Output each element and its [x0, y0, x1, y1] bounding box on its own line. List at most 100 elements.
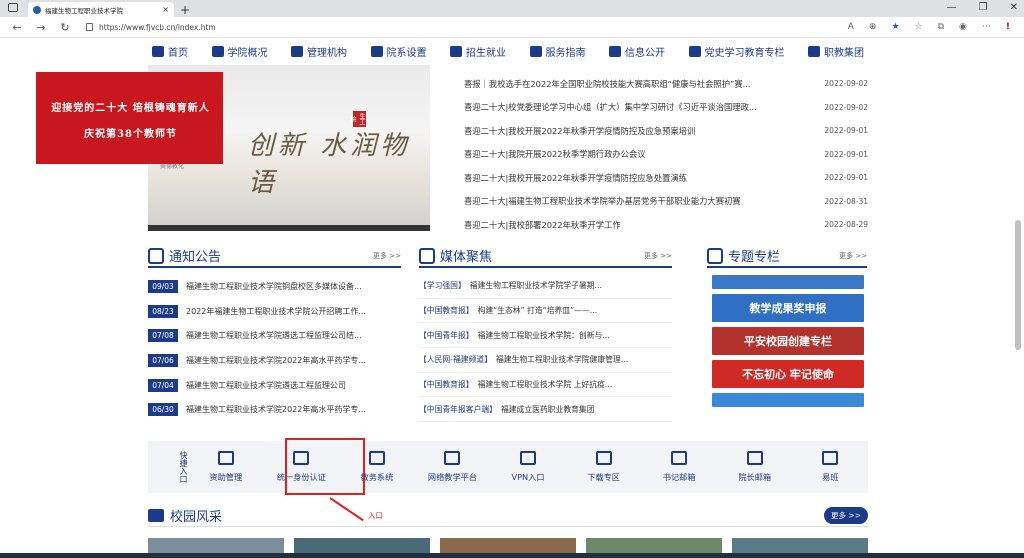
notice-item[interactable]: 07/08 福建生物工程职业技术学院遴选工程监理公司结...: [148, 323, 401, 348]
special-banner[interactable]: 平安校园创建专栏: [712, 327, 864, 355]
notice-title[interactable]: 福建生物工程职业技术学院2022年高水平药学专...: [186, 404, 366, 415]
media-title[interactable]: 福建生物工程职业技术学院：创新与...: [478, 330, 610, 341]
news-item[interactable]: 喜迎二十大|我校部署2022年秋季开学工作 2022-08-29: [464, 213, 868, 237]
close-window-icon[interactable]: ✕: [1010, 2, 1018, 13]
back-icon[interactable]: ←: [10, 21, 24, 34]
media-more-link[interactable]: 更多 >>: [644, 251, 672, 261]
news-title[interactable]: 喜迎二十大|校党委理论学习中心组（扩大）集中学习研讨《习近平谈治国理政...: [464, 101, 757, 113]
collections-icon[interactable]: ⧉: [938, 22, 944, 32]
quick-link[interactable]: VPN入口: [490, 451, 566, 483]
maximize-icon[interactable]: ❐: [979, 2, 988, 13]
url-field[interactable]: https://www.fjvcb.cn/index.htm: [86, 23, 848, 32]
menu-item[interactable]: 院系设置: [370, 44, 427, 59]
forward-icon[interactable]: →: [34, 21, 48, 34]
academic-icon: [368, 451, 385, 465]
menu-item[interactable]: 招生就业: [450, 44, 506, 59]
media-item[interactable]: 【学习强国】 福建生物工程职业技术学院学子暑期...: [419, 274, 672, 299]
handshake-icon: [529, 45, 542, 57]
notice-item[interactable]: 06/30 福建生物工程职业技术学院2022年高水平药学专...: [148, 397, 401, 422]
quick-link[interactable]: 资助管理: [188, 451, 264, 483]
elearning-icon: [444, 451, 461, 465]
menu-item-label: 信息公开: [625, 47, 665, 59]
menu-item[interactable]: 服务指南: [529, 44, 586, 59]
zoom-icon[interactable]: ⊕: [869, 22, 877, 32]
menu-item[interactable]: 学院概况: [211, 44, 268, 59]
menu-item[interactable]: 管理机构: [291, 44, 347, 59]
menu-item[interactable]: 职教集团: [808, 44, 864, 59]
more-icon[interactable]: ⋯: [982, 22, 991, 32]
special-banner[interactable]: 教学成果奖申报: [712, 294, 864, 322]
news-date: 2022-09-01: [824, 173, 868, 183]
media-title[interactable]: 福建生物工程职业技术学院 上好抗疫...: [478, 379, 613, 390]
notice-title[interactable]: 福建生物工程职业技术学院2022年高水平药学专...: [186, 355, 366, 366]
media-source-tag: 【学习强国】: [419, 281, 466, 291]
media-item[interactable]: 【人民网-福建频道】 福建生物工程职业技术学院健康管理...: [419, 348, 672, 373]
news-title[interactable]: 喜迎二十大|福建生物工程职业技术学院举办基层党务干部职业能力大赛初赛: [464, 195, 741, 207]
menu-item-label: 学院概况: [227, 47, 268, 59]
news-title[interactable]: 喜迎二十大|我校开展2022年秋季开学疫情防控及应急预案培训: [464, 125, 695, 137]
menu-item[interactable]: 信息公开: [609, 44, 665, 59]
news-title[interactable]: 喜迎二十大|我院开展2022秋季学期行政办公会议: [464, 148, 646, 160]
news-item[interactable]: 喜迎二十大|校党委理论学习中心组（扩大）集中学习研讨《习近平谈治国理政... 20…: [464, 96, 868, 120]
quick-link[interactable]: 网络教学平台: [415, 451, 491, 483]
special-banner[interactable]: [712, 275, 864, 289]
read-aloud-icon[interactable]: A: [848, 22, 854, 32]
page-scrollbar[interactable]: [1015, 220, 1021, 350]
news-item[interactable]: 喜迎二十大|福建生物工程职业技术学院举办基层党务干部职业能力大赛初赛 2022-0…: [464, 190, 868, 214]
quick-link[interactable]: 易班: [793, 451, 869, 483]
media-title[interactable]: 构建“生态林” 打造“培养皿”——...: [478, 305, 598, 316]
favorite-star-icon[interactable]: ★: [891, 22, 899, 32]
media-item[interactable]: 【中国青年报客户端】 福建成立医药职业教育集团: [419, 397, 672, 423]
special-banner[interactable]: [712, 393, 864, 407]
quick-links-bar: 快捷入口 资助管理 统一身份认证 教务系统 网络教学平台 VPN入口 下载专区 书记邮箱 院长…: [148, 441, 868, 493]
minimize-icon[interactable]: —: [947, 2, 957, 13]
banner-calligraphy: 创新 水润物语: [248, 131, 411, 198]
quick-link[interactable]: 院长邮箱: [717, 451, 793, 483]
news-item[interactable]: 喜报｜我校选手在2022年全国职业院校技能大赛高职组“健康与社会照护”赛... 2…: [464, 72, 868, 96]
media-item[interactable]: 【中国教育报】 构建“生态林” 打造“培养皿”——...: [419, 299, 672, 324]
notice-title[interactable]: 福建生物工程职业技术学院遴选工程监理公司结...: [186, 330, 362, 341]
notice-title[interactable]: 福建生物工程职业技术学院铜盘校区多媒体设备...: [186, 281, 362, 292]
notice-item[interactable]: 08/23 2022年福建生物工程职业技术学院公开招聘工作...: [148, 299, 401, 324]
news-title[interactable]: 喜迎二十大|我校开展2022年秋季开学疫情防控应急处置演练: [464, 172, 687, 184]
news-item[interactable]: 喜迎二十大|我院开展2022秋季学期行政办公会议 2022-09-01: [464, 143, 868, 167]
quick-link[interactable]: 下载专区: [566, 451, 642, 483]
media-source-tag: 【人民网-福建频道】: [419, 355, 492, 365]
media-item[interactable]: 【中国青年报】 福建生物工程职业技术学院：创新与...: [419, 323, 672, 349]
tab-actions-icon[interactable]: [8, 3, 18, 12]
menu-item[interactable]: 党史学习教育专栏: [688, 44, 785, 59]
refresh-icon[interactable]: ↻: [58, 21, 72, 34]
notice-title[interactable]: 福建生物工程职业技术学院遴选工程监理公司: [186, 380, 346, 391]
special-more-link[interactable]: 更多 >>: [839, 251, 867, 261]
promo-banner[interactable]: 迎接党的二十大 培根铸魂育新人 庆祝第38个教师节: [36, 72, 223, 164]
media-title[interactable]: 福建生物工程职业技术学院学子暑期...: [470, 280, 602, 291]
menu-item-label: 职教集团: [824, 47, 864, 59]
news-item[interactable]: 喜迎二十大|我校开展2022年秋季开学疫情防控应急处置演练 2022-09-01: [464, 166, 868, 190]
media-title[interactable]: 福建成立医药职业教育集团: [501, 404, 595, 415]
lock-icon: [86, 23, 93, 31]
org-icon: [291, 45, 303, 57]
notices-more-link[interactable]: 更多 >>: [373, 251, 401, 261]
notice-title[interactable]: 2022年福建生物工程职业技术学院公开招聘工作...: [186, 306, 366, 317]
favorites-icon[interactable]: ☆: [915, 22, 923, 32]
news-item[interactable]: 喜迎二十大|我校开展2022年秋季开学疫情防控及应急预案培训 2022-09-01: [464, 119, 868, 143]
notice-item[interactable]: 07/04 福建生物工程职业技术学院遴选工程监理公司: [148, 373, 401, 398]
menu-item[interactable]: 首页: [152, 44, 188, 59]
media-item[interactable]: 【中国教育报】 福建生物工程职业技术学院 上好抗疫...: [419, 373, 672, 398]
campus-more-button[interactable]: 更多 >>: [824, 507, 868, 524]
close-tab-icon[interactable]: ×: [162, 5, 169, 14]
quick-link-label: VPN入口: [511, 472, 545, 482]
profile-icon[interactable]: ◉: [959, 22, 967, 32]
browser-tab[interactable]: 福建生物工程职业技术学院 ×: [28, 2, 174, 17]
notice-item[interactable]: 07/06 福建生物工程职业技术学院2022年高水平药学专...: [148, 348, 401, 373]
quick-link[interactable]: 书记邮箱: [641, 451, 717, 483]
promo-line1: 迎接党的二十大 培根铸魂育新人: [51, 103, 210, 114]
alert-icon[interactable]: !: [1006, 22, 1010, 32]
special-banner[interactable]: 不忘初心 牢记使命: [712, 360, 864, 388]
notice-date-badge: 09/03: [148, 279, 178, 293]
news-title[interactable]: 喜迎二十大|我校部署2022年秋季开学工作: [464, 219, 621, 231]
notice-item[interactable]: 09/03 福建生物工程职业技术学院铜盘校区多媒体设备...: [148, 274, 401, 299]
new-tab-button[interactable]: +: [180, 3, 190, 17]
news-title[interactable]: 喜报｜我校选手在2022年全国职业院校技能大赛高职组“健康与社会照护”赛...: [464, 78, 751, 90]
media-title[interactable]: 福建生物工程职业技术学院健康管理...: [496, 354, 628, 365]
